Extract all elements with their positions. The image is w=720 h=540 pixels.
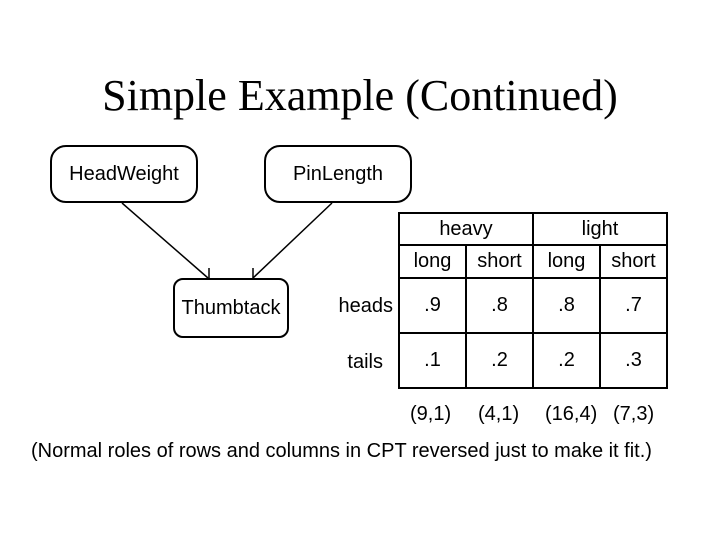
node-pinlength: PinLength: [264, 145, 412, 203]
count-label: (16,4): [545, 403, 598, 425]
footnote: (Normal roles of rows and columns in CPT…: [31, 440, 652, 462]
cpt-subheader: short: [465, 244, 534, 279]
cpt-row-tails: .1 .2 .2 .3: [398, 332, 668, 389]
count-label: (4,1): [478, 403, 520, 425]
cpt-cell: .7: [599, 277, 668, 334]
cpt-cell: .8: [532, 277, 601, 334]
cpt-cell: .1: [398, 332, 467, 389]
edge-headweight-thumbtack: [121, 202, 209, 279]
cpt-cell: .2: [465, 332, 534, 389]
cpt-table: heavy light long short long short .9 .8 …: [398, 212, 668, 389]
cpt-header-heavy: heavy: [398, 212, 534, 246]
cpt-subheader: long: [398, 244, 467, 279]
cpt-cell: .2: [532, 332, 601, 389]
node-headweight: HeadWeight: [50, 145, 198, 203]
cpt-subheader: short: [599, 244, 668, 279]
count-label: (7,3): [613, 403, 655, 425]
count-label: (9,1): [410, 403, 452, 425]
node-thumbtack: Thumbtack: [173, 278, 289, 338]
cpt-subheader: long: [532, 244, 601, 279]
cpt-row-heads: .9 .8 .8 .7: [398, 277, 668, 334]
cpt-row-label-heads: heads: [338, 295, 394, 317]
cpt-header-light: light: [532, 212, 668, 246]
cpt-cell: .8: [465, 277, 534, 334]
cpt-row-label-tails: tails: [347, 351, 383, 373]
cpt-cell: .3: [599, 332, 668, 389]
edge-pinlength-thumbtack: [252, 202, 333, 279]
cpt-cell: .9: [398, 277, 467, 334]
